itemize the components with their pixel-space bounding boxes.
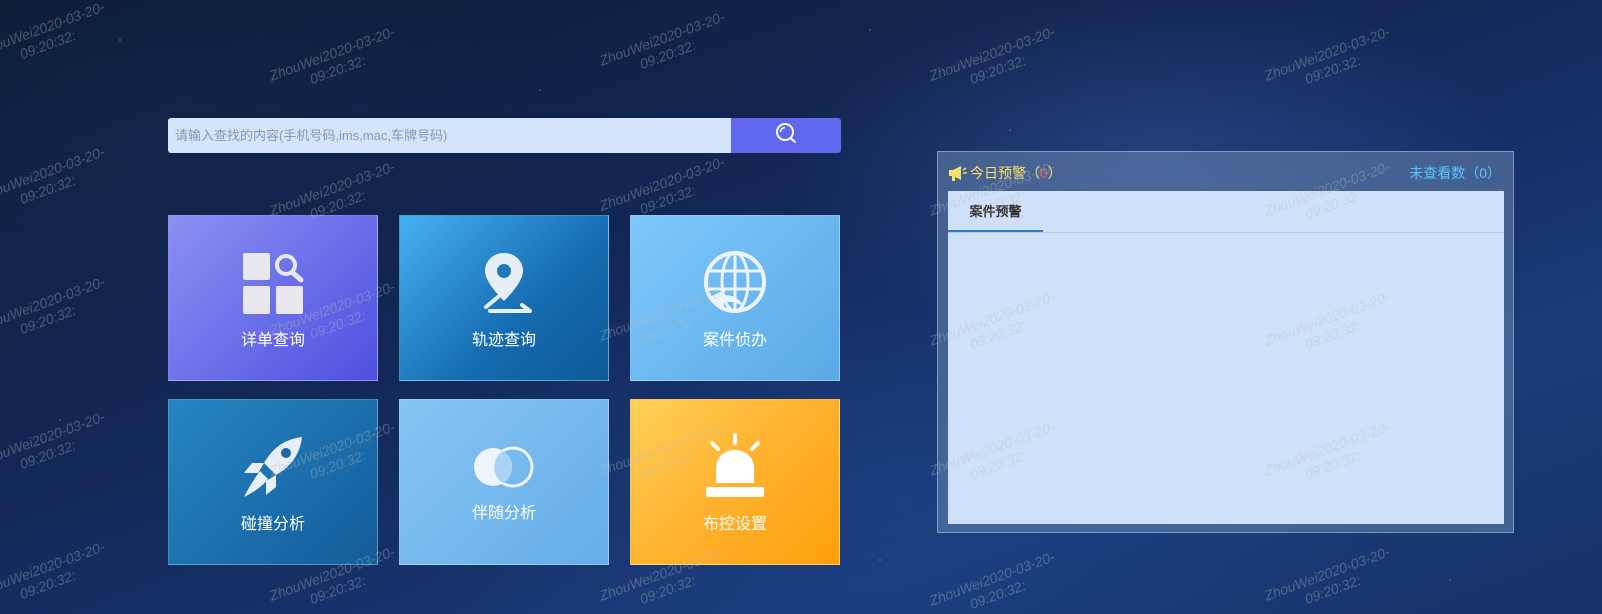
grid-search-icon (241, 251, 305, 322)
today-alert-count: 0 (1040, 165, 1048, 181)
alert-panel-body: 案件预警 (948, 191, 1504, 524)
tab-case-alert[interactable]: 案件预警 (948, 191, 1043, 232)
overlap-circles-icon (471, 445, 537, 494)
location-route-icon (472, 251, 536, 322)
alert-panel: 今日预警（ 0） 未查看数（0） 案件预警 (937, 151, 1514, 533)
search-icon (774, 122, 798, 149)
tile-label: 布控设置 (702, 516, 767, 533)
alert-list-content (948, 233, 1504, 524)
tile-label: 碰撞分析 (240, 516, 305, 533)
tile-collision-analysis[interactable]: 碰撞分析 (168, 399, 378, 565)
alert-panel-header: 今日预警（ 0） 未查看数（0） (948, 163, 1501, 183)
tile-label: 详单查询 (240, 332, 305, 349)
search-button[interactable] (731, 118, 841, 153)
search-input[interactable] (168, 118, 731, 153)
search-bar (168, 118, 841, 153)
tile-label: 伴随分析 (471, 505, 536, 522)
unviewed-count: 0 (1479, 165, 1487, 181)
tile-detail-query[interactable]: 详单查询 (168, 215, 378, 381)
today-alert-close: ） (1047, 165, 1062, 181)
unviewed-label: 未查看数（ (1409, 165, 1480, 181)
alarm-siren-icon (702, 433, 768, 506)
tile-accompany-analysis[interactable]: 伴随分析 (399, 399, 609, 565)
alert-tab-bar: 案件预警 (948, 191, 1504, 233)
unviewed-count-link[interactable]: 未查看数（0） (1409, 163, 1501, 183)
globe-arrow-icon (702, 251, 768, 322)
tile-label: 轨迹查询 (471, 332, 536, 349)
unviewed-close: ） (1487, 165, 1501, 181)
megaphone-icon (948, 165, 968, 181)
rocket-icon (240, 435, 306, 506)
tile-case-investigation[interactable]: 案件侦办 (630, 215, 840, 381)
tile-track-query[interactable]: 轨迹查询 (399, 215, 609, 381)
tile-label: 案件侦办 (702, 332, 767, 349)
today-alert-title: 今日预警（ 0） (948, 163, 1062, 183)
today-alert-label: 今日预警（ (970, 165, 1040, 181)
tile-surveillance-settings[interactable]: 布控设置 (630, 399, 840, 565)
